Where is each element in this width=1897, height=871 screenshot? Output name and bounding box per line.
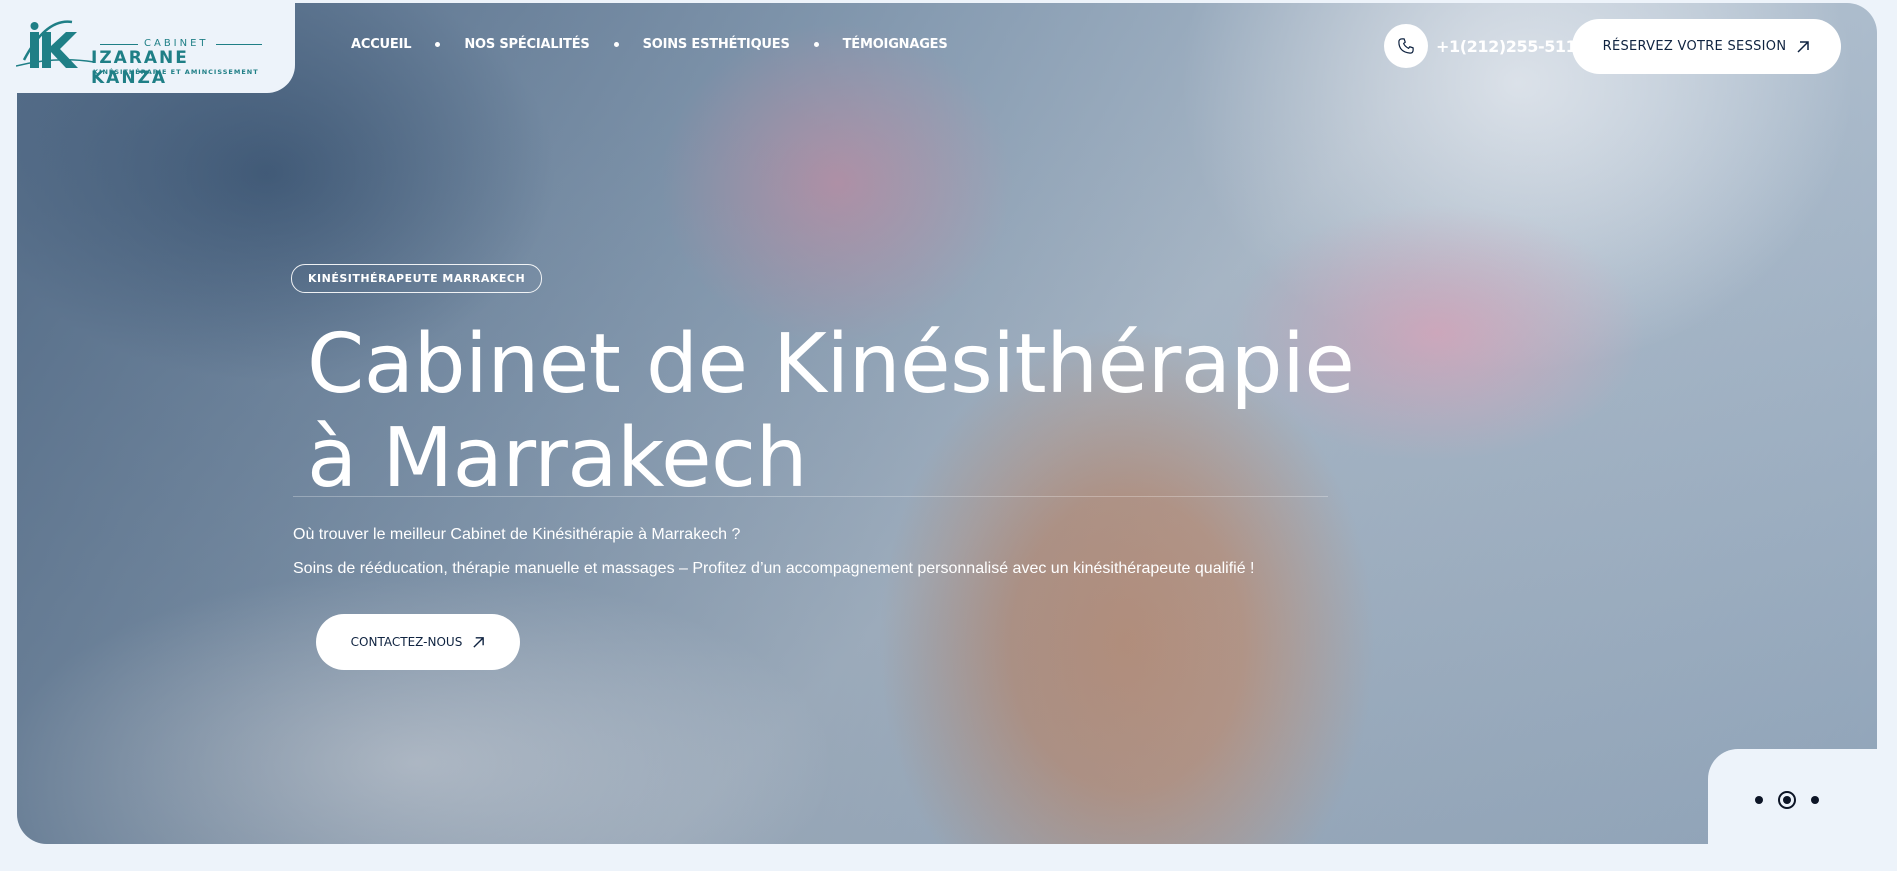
phone-contact[interactable]: +1(212)255-511 (1384, 24, 1577, 68)
hero-badge: KINÉSITHÉRAPEUTE MARRAKECH (291, 264, 543, 293)
slider-dot-2-active[interactable] (1778, 791, 1796, 809)
nav-item-soins-esthetiques[interactable]: SOINS ESTHÉTIQUES (643, 37, 790, 52)
contact-button-label: CONTACTEZ-NOUS (350, 635, 463, 649)
nav-item-temoignages[interactable]: TÉMOIGNAGES (843, 37, 948, 52)
hero-title: Cabinet de Kinésithérapie à Marrakech (307, 317, 1355, 506)
phone-icon-circle (1384, 24, 1428, 68)
arrow-up-right-icon (1797, 40, 1810, 53)
main-nav: ACCUEIL NOS SPÉCIALITÉS SOINS ESTHÉTIQUE… (351, 37, 948, 52)
phone-number: +1(212)255-511 (1436, 36, 1577, 56)
nav-separator (435, 42, 441, 47)
book-session-button[interactable]: RÉSERVEZ VOTRE SESSION (1572, 19, 1841, 74)
hero-subtitle: Où trouver le meilleur Cabinet de Kinési… (293, 526, 741, 543)
hero-title-line-1: Cabinet de Kinésithérapie (307, 317, 1355, 412)
nav-item-specialites[interactable]: NOS SPÉCIALITÉS (464, 37, 589, 52)
nav-separator (613, 42, 619, 47)
hero-title-line-2: à Marrakech (307, 411, 808, 506)
slider-pagination (1755, 791, 1819, 809)
contact-button[interactable]: CONTACTEZ-NOUS (316, 614, 520, 670)
nav-separator (813, 42, 819, 47)
slider-notch (1708, 749, 1897, 871)
logo-rule-left (100, 44, 138, 45)
logo-rule-right (216, 44, 262, 45)
phone-icon (1398, 38, 1414, 54)
brand-logo[interactable]: CABINET IZARANE KANZA KINÉSITHÉRAPIE ET … (16, 12, 266, 88)
ik-logo-icon (16, 20, 95, 68)
nav-item-accueil[interactable]: ACCUEIL (351, 37, 412, 52)
slider-dot-3[interactable] (1811, 796, 1819, 804)
slider-dot-1[interactable] (1755, 796, 1763, 804)
hero-divider (293, 496, 1328, 497)
hero-description: Soins de rééducation, thérapie manuelle … (293, 560, 1255, 577)
arrow-up-right-icon (473, 636, 485, 648)
book-session-label: RÉSERVEZ VOTRE SESSION (1602, 39, 1787, 54)
logo-tagline: KINÉSITHÉRAPIE ET AMINCISSEMENT (93, 68, 259, 76)
